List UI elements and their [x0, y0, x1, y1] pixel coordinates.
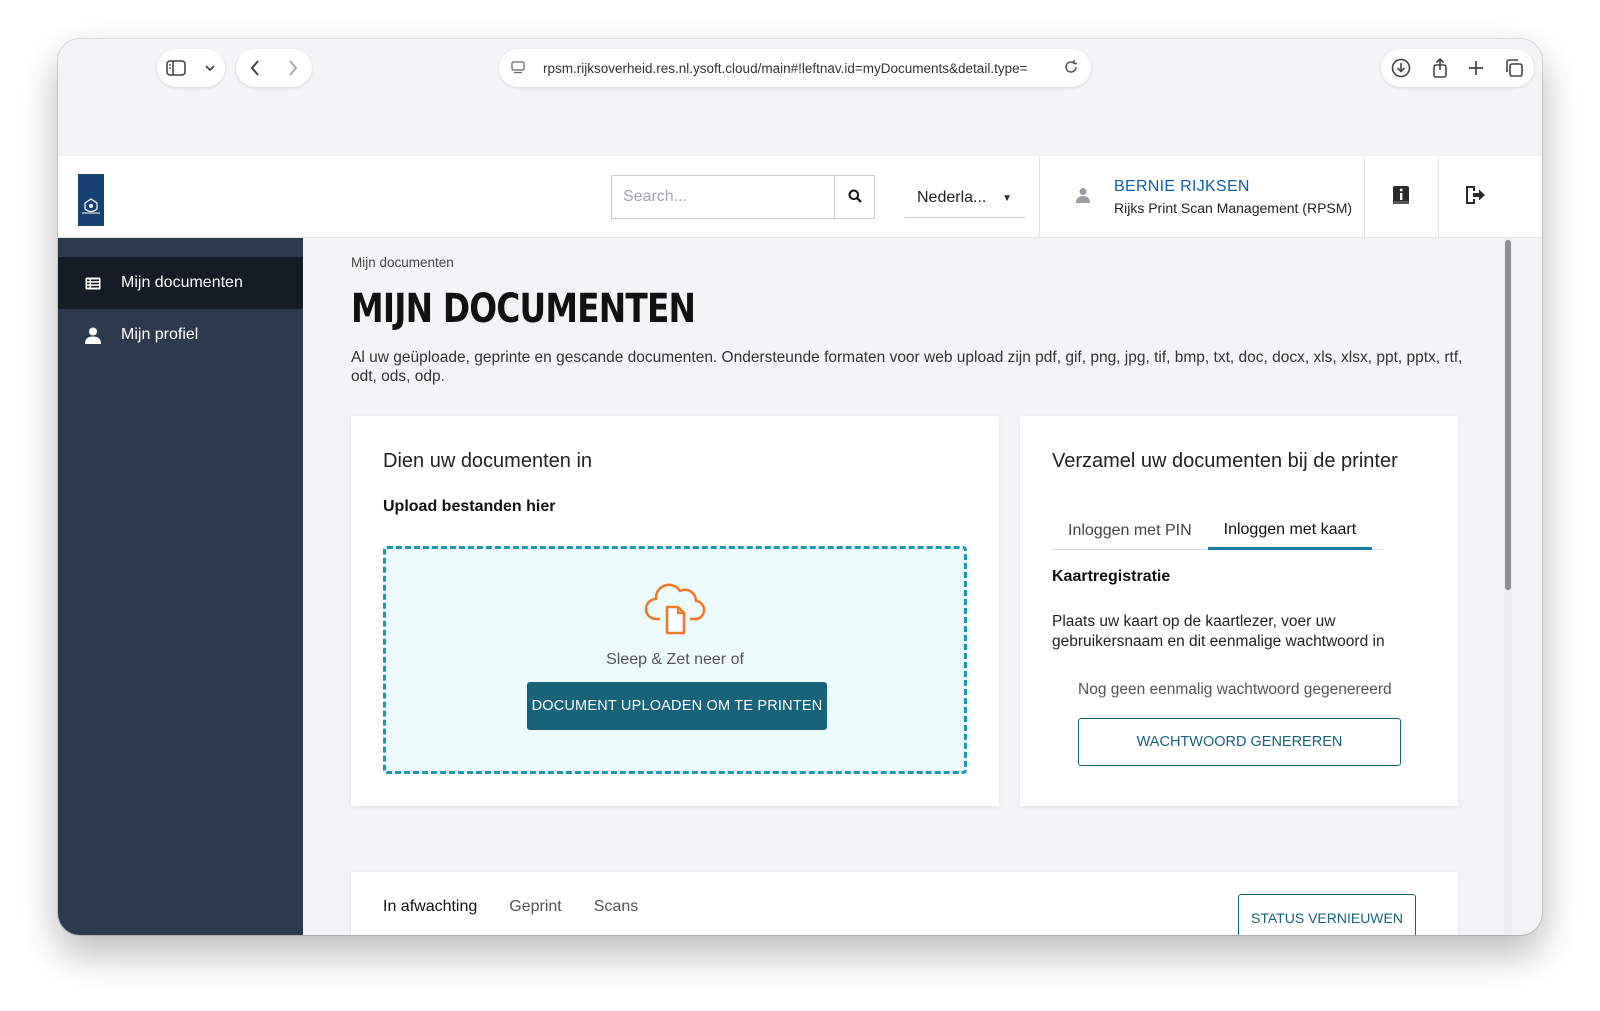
language-value: Nederla...: [917, 188, 987, 206]
upload-card-subtitle: Upload bestanden hier: [383, 498, 556, 515]
scrollbar-thumb[interactable]: [1505, 240, 1511, 590]
upload-card: Dien uw documenten in Upload bestanden h…: [351, 416, 999, 806]
logout-icon: [1464, 185, 1486, 210]
card-registration-text: Plaats uw kaart op de kaartlezer, voer u…: [1052, 613, 1385, 650]
sidebar: Mijn documenten Mijn profiel: [58, 238, 303, 935]
search-button[interactable]: [834, 176, 874, 218]
drop-instruction: Sleep & Zet neer of: [606, 651, 744, 668]
search-icon: [848, 189, 862, 206]
coat-of-arms-icon: [81, 197, 101, 220]
reload-icon[interactable]: [1063, 59, 1079, 75]
documents-card: In afwachting Geprint Scans STATUS VERNI…: [351, 872, 1458, 935]
login-method-tabs: Inloggen met PIN Inloggen met kaart: [1052, 512, 1382, 550]
refresh-status-button[interactable]: STATUS VERNIEUWEN: [1238, 894, 1416, 935]
card-registration-title: Kaartregistratie: [1052, 568, 1171, 585]
app-header: Nederla... ▼ BERNIE RIJKSEN Rijks Print …: [58, 156, 1542, 238]
sidebar-item-mijn-profiel[interactable]: Mijn profiel: [58, 309, 303, 361]
forward-arrow-icon[interactable]: [287, 59, 299, 77]
url-text: rpsm.rijksoverheid.res.nl.ysoft.cloud/ma…: [543, 60, 1028, 76]
tab-inloggen-met-kaart[interactable]: Inloggen met kaart: [1207, 512, 1373, 550]
tab-inloggen-met-pin[interactable]: Inloggen met PIN: [1052, 512, 1208, 550]
file-dropzone[interactable]: Sleep & Zet neer of DOCUMENT UPLOADEN OM…: [383, 546, 967, 774]
user-avatar-icon: [1076, 187, 1090, 208]
generate-password-button[interactable]: WACHTWOORD GENEREREN: [1078, 718, 1401, 766]
chevron-down-icon[interactable]: [204, 64, 216, 72]
document-status-tabs: In afwachting Geprint Scans: [383, 898, 638, 916]
user-name-link[interactable]: BERNIE RIJKSEN: [1114, 178, 1352, 196]
page-title: MIJN DOCUMENTEN: [351, 286, 696, 332]
browser-actions-group: [1381, 49, 1534, 87]
info-button[interactable]: [1365, 156, 1437, 238]
history-nav-group: [236, 49, 312, 87]
page-description: Al uw geüploade, geprinte en gescande do…: [351, 349, 1463, 385]
tab-in-afwachting[interactable]: In afwachting: [383, 898, 477, 916]
sidebar-item-label: Mijn documenten: [121, 274, 243, 291]
rijksoverheid-logo[interactable]: [78, 174, 104, 226]
back-arrow-icon[interactable]: [249, 59, 261, 77]
cloud-upload-icon: [644, 577, 706, 640]
logout-button[interactable]: [1439, 156, 1511, 238]
upload-card-title: Dien uw documenten in: [383, 450, 593, 472]
user-icon: [85, 327, 121, 344]
header-divider: [1039, 156, 1040, 238]
tab-geprint[interactable]: Geprint: [509, 898, 561, 916]
tabs-overview-icon[interactable]: [1504, 58, 1524, 78]
page-scrollbar[interactable]: [1504, 238, 1512, 935]
share-icon[interactable]: [1431, 58, 1449, 78]
language-select[interactable]: Nederla... ▼: [905, 178, 1026, 218]
new-tab-plus-icon[interactable]: [1468, 60, 1484, 76]
caret-down-icon: ▼: [1002, 193, 1012, 204]
sidebar-item-label: Mijn profiel: [121, 326, 199, 343]
search-input[interactable]: [612, 176, 834, 218]
upload-document-button[interactable]: DOCUMENT UPLOADEN OM TE PRINTEN: [527, 682, 827, 730]
table-icon: [85, 277, 121, 290]
collect-card-title: Verzamel uw documenten bij de printer: [1052, 450, 1398, 472]
user-info: BERNIE RIJKSEN Rijks Print Scan Manageme…: [1076, 156, 1352, 238]
breadcrumb[interactable]: Mijn documenten: [351, 255, 454, 270]
download-icon[interactable]: [1391, 58, 1411, 78]
browser-window: rpsm.rijksoverheid.res.nl.ysoft.cloud/ma…: [58, 39, 1542, 935]
browser-toolbar: rpsm.rijksoverheid.res.nl.ysoft.cloud/ma…: [58, 39, 1542, 156]
user-organization: Rijks Print Scan Management (RPSM): [1114, 200, 1353, 216]
address-bar[interactable]: rpsm.rijksoverheid.res.nl.ysoft.cloud/ma…: [499, 49, 1091, 87]
tab-scans[interactable]: Scans: [594, 898, 638, 916]
password-status-text: Nog geen eenmalig wachtwoord gegenereerd: [1078, 681, 1392, 698]
info-book-icon: [1392, 185, 1410, 210]
sidebar-toggle-icon[interactable]: [166, 60, 186, 76]
page-settings-icon[interactable]: [511, 61, 525, 75]
sidebar-item-mijn-documenten[interactable]: Mijn documenten: [58, 257, 303, 309]
search-box: [611, 175, 875, 219]
main-content: Mijn documenten MIJN DOCUMENTEN Al uw ge…: [303, 238, 1511, 935]
collect-card: Verzamel uw documenten bij de printer In…: [1020, 416, 1458, 806]
sidebar-toggle-group: [157, 49, 225, 87]
